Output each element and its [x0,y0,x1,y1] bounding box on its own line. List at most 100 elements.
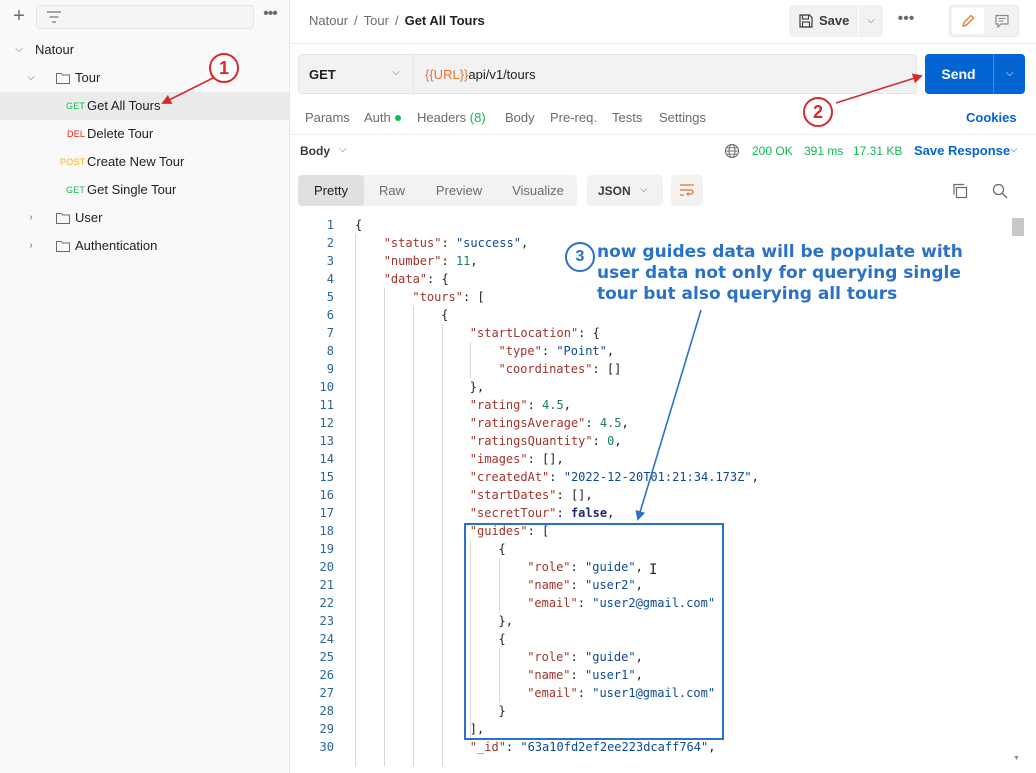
tab-tests[interactable]: Tests [612,110,642,125]
filter-input[interactable] [36,5,254,29]
tab-raw[interactable]: Raw [364,175,420,206]
documentation-mode-button[interactable] [986,8,1018,34]
response-size[interactable]: 17.31 KB [853,144,902,158]
line-number: 19 [319,542,334,556]
tab-params[interactable]: Params [305,110,350,125]
code-text: "_id": "63a10fd2ef2ee223dcaff764", [469,740,716,754]
chevron-down-icon: ⌵ [640,184,648,195]
line-number: 1 [326,218,334,232]
chevron-right-icon[interactable]: › [24,232,38,260]
folder-icon [56,213,70,224]
format-select[interactable]: JSON ⌵ [587,175,663,206]
copy-icon[interactable] [952,183,968,199]
breadcrumb-collection[interactable]: Natour [309,13,348,28]
tab-pretty[interactable]: Pretty [298,175,364,206]
request-bar: GET ⌵ {{URL}}api/v1/tours [298,54,917,94]
tab-auth[interactable]: Auth [364,110,401,125]
request-get-all-tours[interactable]: GET Get All Tours [0,92,289,120]
save-group: Save ⌵ [789,5,883,37]
scroll-down-arrow-icon[interactable]: ▼ [1013,755,1020,762]
cookies-link[interactable]: Cookies [966,110,1017,125]
folder-authentication[interactable]: › Authentication [0,232,289,260]
save-label: Save [819,13,850,28]
more-options-icon[interactable]: ••• [260,6,280,26]
line-number: 11 [319,398,334,412]
tab-body[interactable]: Body [505,110,535,125]
method-select[interactable]: GET ⌵ [299,55,414,93]
folder-tour[interactable]: ⌵ Tour [0,64,289,92]
indent-guide [384,288,385,766]
folder-label: User [75,210,103,225]
line-number: 9 [326,362,334,376]
request-create-new-tour[interactable]: POST Create New Tour [0,148,289,176]
save-response-button[interactable]: Save Response [914,143,1010,158]
collection-natour[interactable]: ⌵ Natour [0,36,289,64]
edit-mode-button[interactable] [952,8,984,34]
request-get-single-tour[interactable]: GET Get Single Tour [0,176,289,204]
line-number: 10 [319,380,334,394]
breadcrumb-current[interactable]: Get All Tours [405,13,485,28]
code-text: "createdAt": "2022-12-20T01:21:34.173Z", [469,470,759,484]
line-number: 2 [326,236,334,250]
search-icon[interactable] [992,183,1008,199]
chevron-down-icon[interactable]: ⌵ [1010,144,1018,155]
annotation-number-3: 3 [565,242,595,272]
response-time[interactable]: 391 ms [804,144,843,158]
filter-icon [47,11,61,23]
chevron-down-icon[interactable]: ⌵ [12,36,26,64]
url-variable: {{URL}} [425,67,469,82]
tab-visualize[interactable]: Visualize [502,175,574,206]
code-text: "ratingsAverage": 4.5, [469,416,629,430]
annotation-note: now guides data will be populate with us… [597,242,963,304]
request-tabs: Params Auth Headers (8) Body Pre-req. Te… [298,108,1028,130]
chevron-right-icon[interactable]: › [24,204,38,232]
scrollbar[interactable] [1011,216,1025,766]
line-number: 26 [319,668,334,682]
chevron-down-icon[interactable]: ⌵ [858,5,883,37]
wrap-lines-button[interactable] [671,175,703,206]
tab-settings[interactable]: Settings [659,110,706,125]
request-label: Get Single Tour [87,182,177,197]
breadcrumb-folder[interactable]: Tour [364,13,389,28]
wrap-icon [680,184,694,196]
request-delete-tour[interactable]: DEL Delete Tour [0,120,289,148]
line-number: 15 [319,470,334,484]
folder-label: Authentication [75,238,158,253]
folder-icon [56,241,70,252]
line-number: 6 [326,308,334,322]
scrollbar-thumb[interactable] [1012,218,1024,236]
request-header: Natour / Tour / Get All Tours Save ⌵ ••• [290,0,1036,44]
tab-preview[interactable]: Preview [424,175,494,206]
code-text: { [355,218,363,232]
url-input[interactable]: {{URL}}api/v1/tours [425,67,536,82]
globe-icon[interactable] [724,143,740,159]
response-view-tabs: Pretty Raw Preview Visualize [298,175,577,206]
indent-guide [413,306,414,766]
send-button[interactable]: Send [925,54,992,94]
add-icon[interactable]: + [10,6,28,26]
line-number: 27 [319,686,334,700]
code-text: "number": 11, [383,254,478,268]
status-code[interactable]: 200 OK [752,144,793,158]
annotation-number-1: 1 [209,53,239,83]
indent-guide [470,342,471,378]
chevron-down-icon[interactable]: ⌵ [993,54,1025,94]
send-group: Send ⌵ [925,54,1025,94]
code-text: "coordinates": [] [498,362,622,376]
folder-user[interactable]: › User [0,204,289,232]
method-badge: DEL [67,129,86,139]
collection-label: Natour [35,42,75,57]
breadcrumb: Natour / Tour / Get All Tours [309,13,485,28]
method-badge: GET [66,101,86,111]
more-options-icon[interactable]: ••• [895,9,917,31]
chevron-down-icon[interactable]: ⌵ [24,64,38,92]
format-label: JSON [598,184,631,198]
tab-prereq[interactable]: Pre-req. [550,110,597,125]
chevron-down-icon: ⌵ [392,67,400,78]
chevron-down-icon[interactable]: ⌵ [339,144,347,155]
code-text: "data": { [383,272,449,286]
save-button[interactable]: Save [789,5,857,37]
code-text: "startDates": [], [469,488,593,502]
tab-headers[interactable]: Headers (8) [417,110,486,125]
response-body-label[interactable]: Body [300,144,330,158]
